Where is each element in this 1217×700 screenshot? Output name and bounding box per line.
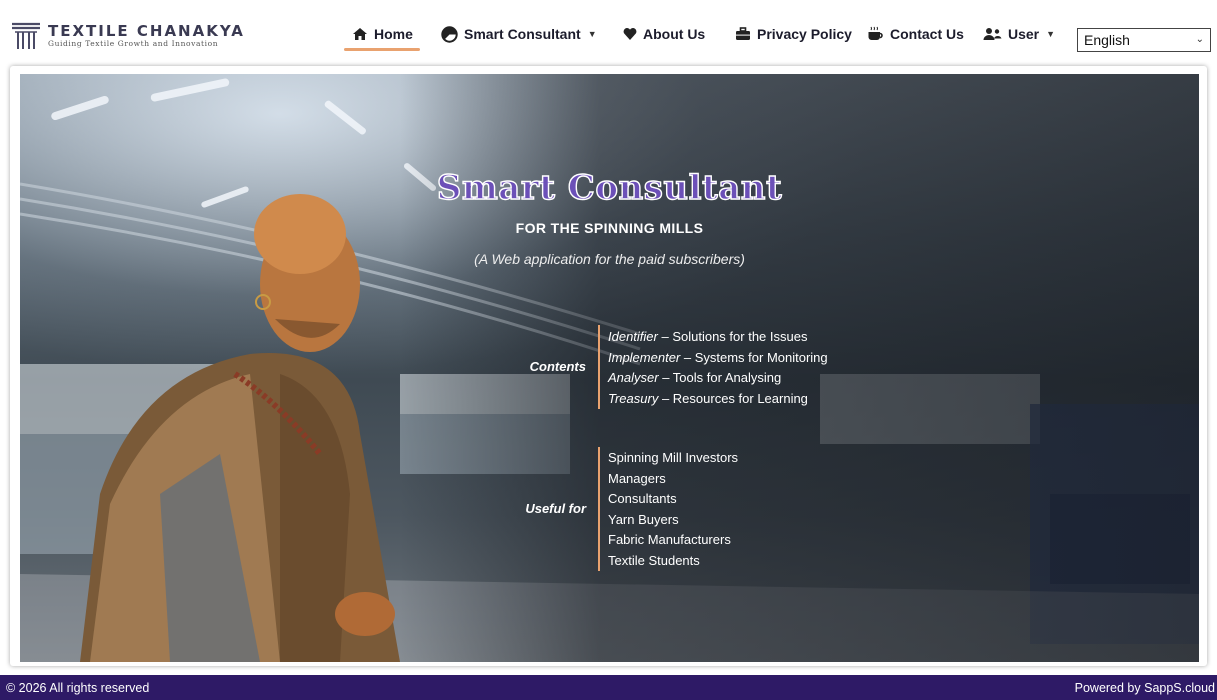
contents-divider xyxy=(598,325,600,409)
useful-for-list: Spinning Mill Investors Managers Consult… xyxy=(608,448,738,571)
useful-for-label: Useful for xyxy=(525,501,586,516)
list-item: Managers xyxy=(608,470,666,486)
pie-chart-icon xyxy=(441,25,458,43)
briefcase-icon xyxy=(736,27,750,40)
nav-home-label: Home xyxy=(374,26,413,42)
contents-label: Contents xyxy=(529,359,586,374)
list-item: Analyser – Tools for Analysing xyxy=(608,370,782,385)
nav-contact-us-label: Contact Us xyxy=(890,26,964,42)
list-item: Treasury – Resources for Learning xyxy=(608,390,808,406)
brand-name: TEXTILE CHANAKYA xyxy=(48,22,245,40)
language-select[interactable]: English ⌄ xyxy=(1077,28,1211,52)
footer: © 2026 All rights reserved Powered by Sa… xyxy=(0,675,1217,700)
contents-list: Identifier – Solutions for the Issues Im… xyxy=(608,327,828,409)
hero-title: Smart Consultant xyxy=(436,167,783,208)
chevron-down-icon: ▼ xyxy=(1046,29,1056,39)
list-item: Implementer – Systems for Monitoring xyxy=(608,349,828,365)
list-item: Textile Students xyxy=(608,552,700,568)
nav-smart-consultant[interactable]: Smart Consultant ▼ xyxy=(441,22,597,46)
useful-for-divider xyxy=(598,447,600,571)
nav-smart-consultant-label: Smart Consultant xyxy=(464,26,581,42)
hero-note: (A Web application for the paid subscrib… xyxy=(474,251,745,267)
hero-banner: Smart Consultant FOR THE SPINNING MILLS … xyxy=(20,74,1199,662)
list-item: Identifier – Solutions for the Issues xyxy=(608,329,808,344)
brand-tagline: Guiding Textile Growth and Innovation xyxy=(48,39,219,48)
language-selected-value: English xyxy=(1084,32,1130,48)
chevron-down-icon: ⌄ xyxy=(1195,34,1204,45)
nav-user-label: User xyxy=(1008,26,1040,42)
hero-subtitle: FOR THE SPINNING MILLS xyxy=(515,220,704,236)
footer-copyright: © 2026 All rights reserved xyxy=(6,680,150,695)
nav-privacy-policy[interactable]: Privacy Policy xyxy=(735,22,852,46)
textile-logo-icon xyxy=(12,22,40,49)
list-item: Spinning Mill Investors xyxy=(608,450,739,465)
users-icon xyxy=(983,28,1002,40)
nav-about-us-label: About Us xyxy=(643,26,706,42)
nav-privacy-policy-label: Privacy Policy xyxy=(757,26,852,42)
nav-contact-us[interactable]: Contact Us xyxy=(867,22,964,46)
list-item: Yarn Buyers xyxy=(608,511,679,527)
coffee-icon xyxy=(868,26,883,40)
nav-user[interactable]: User ▼ xyxy=(983,22,1055,46)
nav-about-us[interactable]: About Us xyxy=(623,22,705,46)
list-item: Fabric Manufacturers xyxy=(608,532,731,547)
navbar: TEXTILE CHANAKYA Guiding Textile Growth … xyxy=(0,0,1217,66)
list-item: Consultants xyxy=(608,491,677,506)
home-icon xyxy=(353,28,367,40)
active-tab-indicator xyxy=(344,48,420,51)
heart-icon xyxy=(623,28,637,40)
brand-logo-link[interactable]: TEXTILE CHANAKYA Guiding Textile Growth … xyxy=(10,20,245,52)
nav-home[interactable]: Home xyxy=(352,22,413,46)
chevron-down-icon: ▼ xyxy=(587,29,597,39)
footer-powered-by-link[interactable]: Powered by SappS.cloud xyxy=(1075,681,1215,695)
